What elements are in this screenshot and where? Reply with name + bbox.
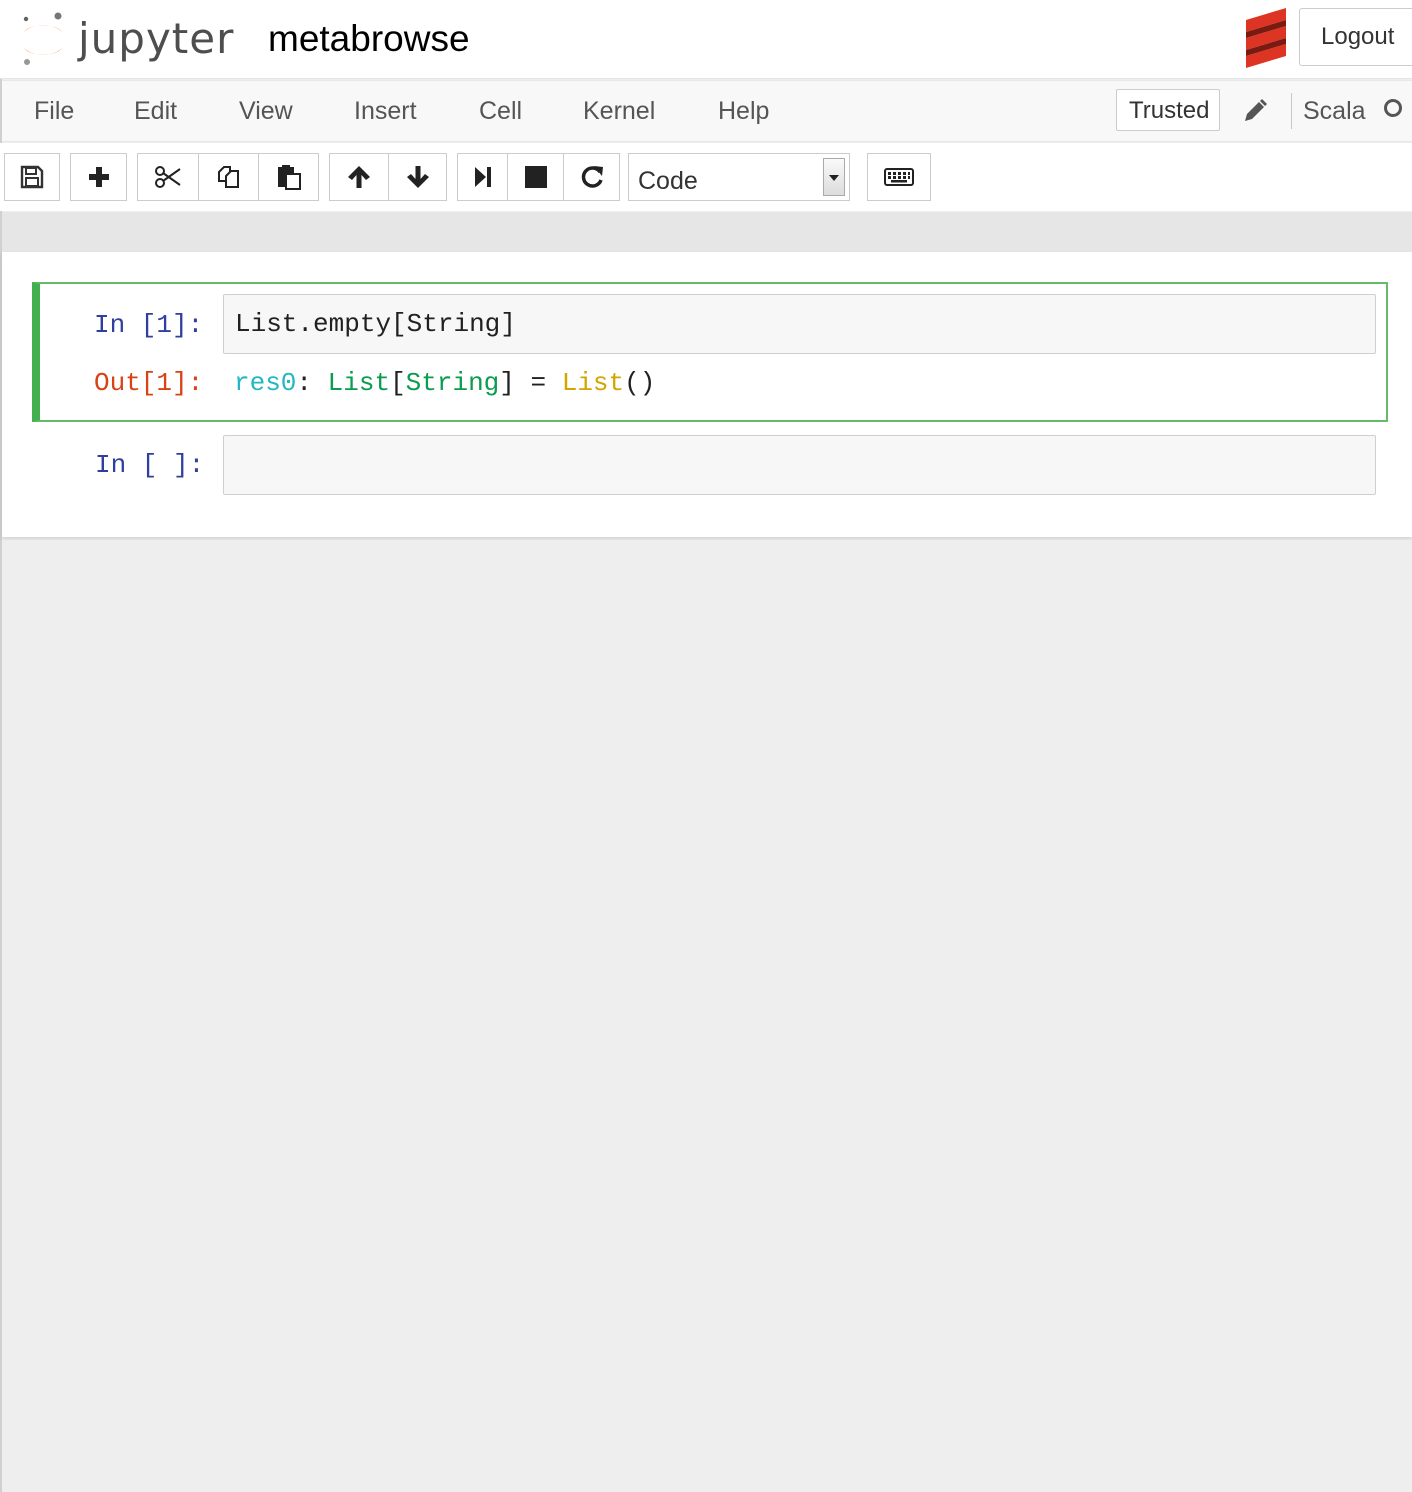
- cut-button[interactable]: [137, 153, 199, 201]
- cell-output: res0: List[String] = List(): [234, 368, 655, 398]
- restart-icon: [581, 166, 603, 188]
- pencil-icon[interactable]: [1242, 98, 1268, 124]
- code-token: (): [624, 368, 656, 398]
- code-token: List: [235, 309, 298, 339]
- stop-icon: [524, 166, 547, 188]
- header: jupyter metabrowse Logout: [0, 0, 1412, 79]
- code-token: ]: [499, 368, 515, 398]
- header-separator: [2, 212, 1412, 252]
- paste-button[interactable]: [259, 153, 319, 201]
- menu-edit[interactable]: Edit: [134, 97, 177, 126]
- toolbar: Code: [0, 143, 1412, 211]
- menu-view[interactable]: View: [239, 97, 293, 126]
- trusted-badge[interactable]: Trusted: [1116, 89, 1220, 131]
- code-token: res0: [234, 368, 297, 398]
- cell-type-select[interactable]: Code: [628, 153, 850, 201]
- code-token: [: [390, 368, 406, 398]
- cell-input-editor[interactable]: List.empty[String]: [223, 294, 1376, 354]
- menu-cell[interactable]: Cell: [479, 97, 522, 126]
- menu-help[interactable]: Help: [718, 97, 769, 126]
- code-token: List: [561, 368, 625, 398]
- code-token: .: [297, 309, 314, 339]
- step-forward-icon: [474, 167, 491, 187]
- logo-text: jupyter: [78, 14, 235, 63]
- code-token: String: [405, 368, 500, 398]
- menu-file[interactable]: File: [34, 97, 74, 126]
- interrupt-button[interactable]: [508, 153, 564, 201]
- move-down-button[interactable]: [389, 153, 447, 201]
- copy-icon: [217, 166, 239, 188]
- kernel-divider: [1291, 93, 1292, 129]
- code-token: String: [406, 309, 501, 339]
- move-up-button[interactable]: [329, 153, 389, 201]
- kernel-idle-icon: [1384, 99, 1402, 117]
- copy-button[interactable]: [199, 153, 259, 201]
- cell-type-value: Code: [638, 167, 698, 195]
- arrow-up-icon: [348, 166, 370, 188]
- in-prompt: In [1]:: [94, 310, 204, 340]
- arrow-down-icon: [406, 166, 429, 188]
- run-button[interactable]: [457, 153, 508, 201]
- cell-source: List.empty[String]: [235, 309, 516, 339]
- cell-input-editor[interactable]: [223, 435, 1376, 495]
- code-token: List: [327, 368, 391, 398]
- cut-icon: [155, 166, 181, 188]
- code-cell-selected[interactable]: In [1]: List.empty[String] Out[1]: res0:…: [32, 282, 1388, 422]
- notebook-container: In [1]: List.empty[String] Out[1]: res0:…: [2, 252, 1412, 537]
- insert-cell-below-button[interactable]: [70, 153, 127, 201]
- menu-kernel[interactable]: Kernel: [583, 97, 655, 126]
- code-token: [: [391, 309, 407, 339]
- jupyter-logo-icon: [23, 12, 62, 65]
- code-token: =: [514, 368, 562, 398]
- notebook-name[interactable]: metabrowse: [268, 18, 470, 60]
- out-prompt: Out[1]:: [94, 368, 204, 398]
- restart-button[interactable]: [564, 153, 620, 201]
- in-prompt: In [ ]:: [95, 450, 205, 480]
- save-button[interactable]: [4, 153, 60, 201]
- code-token: ]: [500, 309, 516, 339]
- kernel-name[interactable]: Scala: [1303, 97, 1366, 126]
- code-token: :: [296, 368, 328, 398]
- logout-button[interactable]: Logout: [1299, 8, 1412, 66]
- paste-icon: [277, 165, 301, 190]
- jupyter-logo[interactable]: jupyter: [18, 8, 238, 68]
- code-token: empty: [313, 309, 392, 339]
- notebook-background: [2, 540, 1412, 1492]
- menubar: File Edit View Insert Cell Kernel Help T…: [2, 80, 1412, 142]
- command-palette-button[interactable]: [867, 153, 931, 201]
- chevron-down-icon: [823, 158, 845, 196]
- save-icon: [20, 165, 44, 189]
- menu-insert[interactable]: Insert: [354, 97, 417, 126]
- scala-logo-icon: [1246, 8, 1286, 68]
- keyboard-icon: [884, 168, 914, 186]
- plus-icon: [88, 167, 109, 187]
